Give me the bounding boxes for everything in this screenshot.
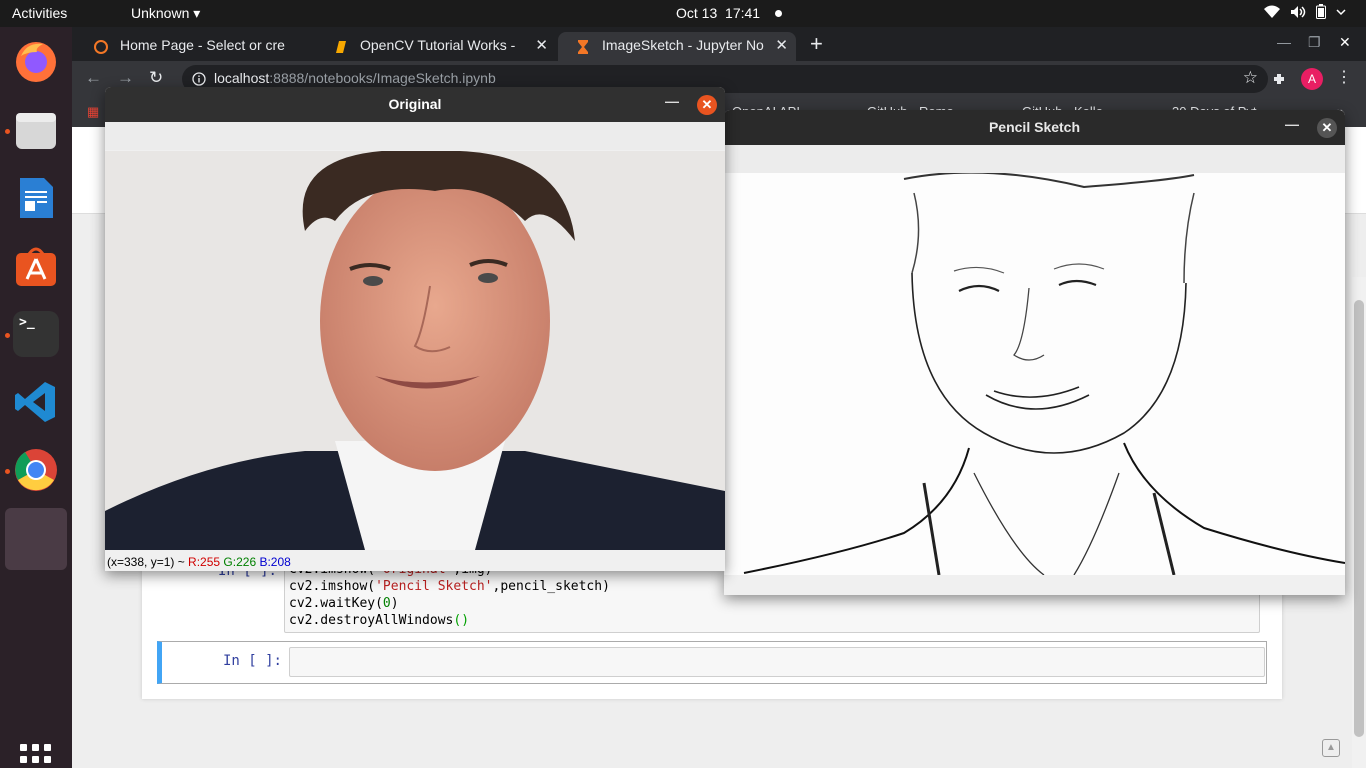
- tab-opencv[interactable]: OpenCV Tutorial Works - ✕: [316, 32, 556, 61]
- status-bar: (x=338, y=1) ~ R:255 G:226 B:208: [107, 555, 291, 569]
- clock[interactable]: Oct 13 17:41: [676, 5, 760, 21]
- new-tab-button[interactable]: +: [810, 31, 823, 57]
- code-line: cv2.destroyAllWindows(): [289, 613, 470, 628]
- apps-icon[interactable]: ▦: [87, 104, 99, 120]
- battery-icon: [1316, 4, 1326, 19]
- running-indicator: [5, 469, 10, 474]
- tab-strip: Home Page - Select or cre OpenCV Tutoria…: [72, 27, 1366, 61]
- show-apps-icon[interactable]: [20, 744, 52, 768]
- code-editor[interactable]: [289, 647, 1265, 677]
- info-icon: [192, 72, 206, 86]
- close-icon[interactable]: ✕: [535, 36, 548, 54]
- pixel-green: G:226: [223, 555, 257, 569]
- code-line: cv2.waitKey(0): [289, 596, 399, 611]
- page-scrollbar[interactable]: [1352, 277, 1366, 768]
- tab-label: ImageSketch - Jupyter No: [602, 37, 764, 53]
- files-icon[interactable]: [13, 107, 59, 153]
- star-icon[interactable]: ☆: [1243, 68, 1258, 88]
- pixel-blue: B:208: [259, 555, 291, 569]
- window-title: Pencil Sketch: [988, 119, 1081, 135]
- avatar-initial: A: [1307, 72, 1316, 86]
- running-indicator: [5, 129, 10, 134]
- close-icon[interactable]: ✕: [1317, 118, 1337, 138]
- menu-icon[interactable]: ⋮: [1336, 67, 1352, 87]
- chevron-down-icon: [1336, 8, 1346, 15]
- close-icon[interactable]: ✕: [775, 36, 788, 54]
- system-tray[interactable]: [1264, 4, 1346, 19]
- wifi-icon: [1264, 5, 1280, 18]
- clock-time: 17:41: [725, 5, 761, 21]
- original-window[interactable]: Original — ✕ (x=338, y=1) ~ R:255 G:226: [105, 87, 725, 571]
- pencil-sketch-window[interactable]: Pencil Sketch — ✕: [724, 110, 1345, 595]
- minimize-icon[interactable]: —: [1285, 116, 1299, 132]
- pixel-red: R:255: [188, 555, 221, 569]
- jupyter-icon: [94, 40, 108, 54]
- sketch-image: [724, 171, 1345, 576]
- url-path: :8888/notebooks/ImageSketch.ipynb: [269, 70, 496, 86]
- terminal-glyph: >_: [19, 315, 35, 330]
- blank-app-icon[interactable]: [5, 508, 67, 570]
- scroll-to-top-icon[interactable]: ▲: [1322, 739, 1340, 757]
- back-icon[interactable]: ←: [85, 68, 102, 88]
- writer-icon[interactable]: [13, 175, 59, 221]
- cell-prompt: In [ ]:: [222, 653, 282, 669]
- firefox-icon[interactable]: [13, 38, 59, 84]
- reload-icon[interactable]: ↻: [149, 68, 163, 88]
- software-icon[interactable]: [13, 243, 59, 289]
- avatar[interactable]: A: [1301, 68, 1323, 90]
- tab-label: Home Page - Select or cre: [120, 37, 285, 53]
- original-image: [105, 150, 725, 550]
- activities-button[interactable]: Activities: [12, 5, 67, 21]
- running-indicator: [5, 333, 10, 338]
- tab-home[interactable]: Home Page - Select or cre: [76, 32, 316, 61]
- scrollbar-thumb[interactable]: [1354, 300, 1364, 737]
- clock-date: Oct 13: [676, 5, 718, 21]
- maximize-icon[interactable]: ❐: [1308, 34, 1321, 51]
- window-toolbar: [105, 122, 725, 150]
- window-titlebar[interactable]: Pencil Sketch — ✕: [724, 110, 1345, 145]
- app-menu[interactable]: Unknown ▾: [131, 5, 200, 22]
- gnome-top-bar: Activities Unknown ▾ Oct 13 17:41: [0, 0, 1366, 27]
- minimize-icon[interactable]: —: [665, 93, 679, 109]
- window-titlebar[interactable]: Original — ✕: [105, 87, 725, 122]
- cursor-position: (x=338, y=1) ~: [107, 555, 189, 569]
- hourglass-icon: [578, 40, 588, 54]
- volume-icon: [1291, 5, 1306, 18]
- terminal-icon[interactable]: >_: [13, 311, 59, 357]
- book-icon: [336, 41, 346, 53]
- code-cell-selected[interactable]: In [ ]:: [157, 641, 1267, 684]
- dock: >_: [0, 27, 72, 768]
- close-icon[interactable]: ✕: [1339, 34, 1351, 51]
- minimize-icon[interactable]: —: [1277, 34, 1291, 50]
- tab-imagesketch[interactable]: ImageSketch - Jupyter No ✕: [558, 32, 796, 61]
- forward-icon[interactable]: →: [117, 68, 134, 88]
- url-host: localhost: [214, 70, 270, 86]
- chrome-icon[interactable]: [13, 447, 59, 493]
- vscode-icon[interactable]: [13, 379, 59, 425]
- tab-label: OpenCV Tutorial Works -: [360, 37, 516, 53]
- window-title: Original: [388, 96, 442, 112]
- window-toolbar: [724, 145, 1345, 173]
- close-icon[interactable]: ✕: [697, 95, 717, 115]
- notification-dot-icon: [775, 10, 782, 17]
- extensions-icon[interactable]: [1272, 71, 1288, 87]
